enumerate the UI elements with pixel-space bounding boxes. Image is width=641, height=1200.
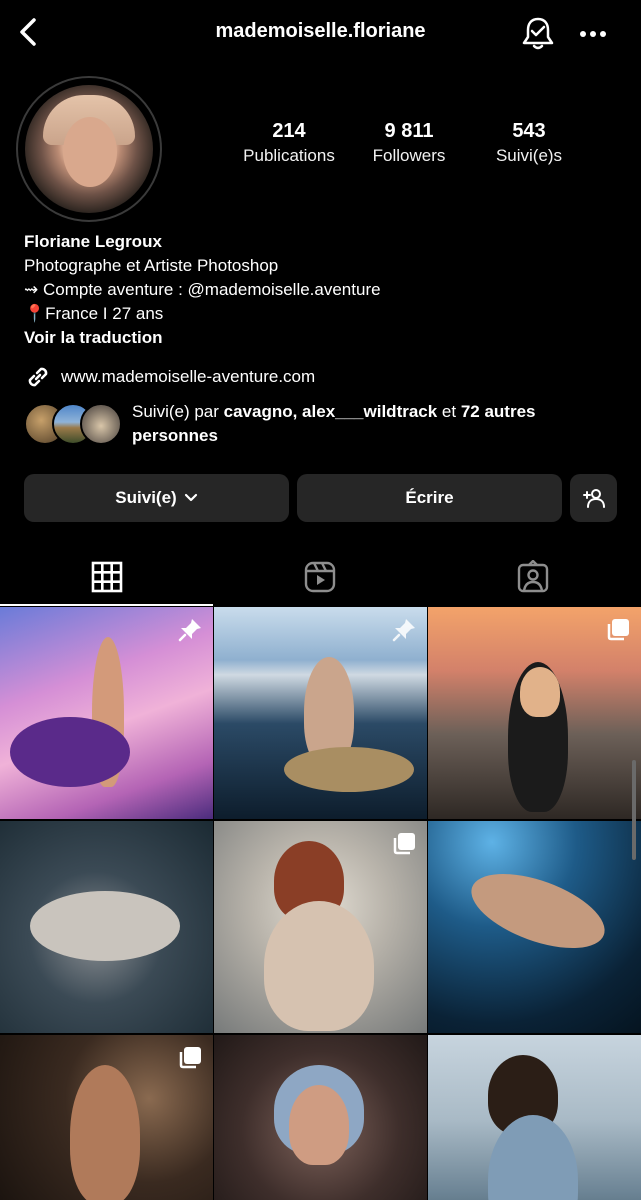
stat-followers[interactable]: 9 811 Followers: [339, 118, 479, 168]
bio-line: ⇝ Compte aventure : @mademoiselle.aventu…: [24, 280, 381, 299]
carousel-icon: [393, 833, 415, 855]
post-thumbnail[interactable]: [428, 821, 641, 1033]
stat-value: 9 811: [384, 120, 434, 142]
grid-icon: [91, 561, 122, 593]
profile-bio: Floriane Legroux Photographe et Artiste …: [24, 230, 624, 350]
link-icon: [28, 367, 48, 387]
post-thumbnail[interactable]: [214, 607, 427, 819]
stat-value: 214: [272, 120, 306, 142]
more-horizontal-icon[interactable]: [577, 20, 609, 48]
post-thumbnail[interactable]: [214, 821, 427, 1033]
active-tab-indicator: [0, 604, 213, 606]
message-button[interactable]: Écrire: [297, 474, 562, 522]
mutual-middle: et: [437, 402, 461, 421]
top-bar: mademoiselle.floriane: [0, 0, 641, 66]
website-link[interactable]: www.mademoiselle-aventure.com: [24, 363, 315, 391]
tab-reels[interactable]: [213, 548, 426, 606]
bio-line: Photographe et Artiste Photoshop: [24, 256, 279, 275]
bio-line: 📍France I 27 ans: [24, 304, 164, 323]
avatar: [80, 403, 122, 445]
suggested-users-button[interactable]: [570, 474, 617, 522]
carousel-icon: [607, 619, 629, 641]
post-thumbnail[interactable]: [214, 1035, 427, 1200]
stat-label: Publications: [243, 146, 335, 165]
profile-tabs: [0, 548, 641, 606]
tagged-icon: [517, 560, 548, 593]
following-button-label: Suivi(e): [115, 488, 177, 507]
tab-posts[interactable]: [0, 548, 213, 606]
message-button-label: Écrire: [405, 488, 454, 507]
stat-following[interactable]: 543 Suivi(e)s: [459, 118, 599, 168]
stat-value: 543: [512, 120, 546, 142]
post-thumbnail[interactable]: [428, 1035, 641, 1200]
mutual-followers-text: Suivi(e) par cavagno, alex___wildtrack e…: [132, 400, 612, 448]
stat-publications[interactable]: 214 Publications: [219, 118, 359, 168]
post-thumbnail[interactable]: [0, 821, 213, 1033]
pin-icon: [392, 619, 415, 642]
following-button[interactable]: Suivi(e): [24, 474, 289, 522]
post-thumbnail[interactable]: [0, 1035, 213, 1200]
posts-grid: [0, 607, 641, 1200]
add-user-icon: [582, 489, 605, 508]
mutual-users[interactable]: cavagno, alex___wildtrack: [224, 402, 438, 421]
post-thumbnail[interactable]: [0, 607, 213, 819]
mutual-prefix: Suivi(e) par: [132, 402, 224, 421]
bell-check-icon[interactable]: [518, 14, 558, 52]
avatar[interactable]: [25, 85, 153, 213]
see-translation-link[interactable]: Voir la traduction: [24, 326, 624, 350]
pin-icon: [178, 619, 201, 642]
mutual-avatars: [24, 403, 124, 447]
mutual-followers[interactable]: Suivi(e) par cavagno, alex___wildtrack e…: [24, 400, 624, 452]
tab-tagged[interactable]: [426, 548, 639, 606]
scrollbar[interactable]: [632, 760, 636, 860]
carousel-icon: [179, 1047, 201, 1069]
reels-icon: [304, 561, 335, 593]
stat-label: Suivi(e)s: [495, 146, 563, 165]
chevron-down-icon: [184, 493, 197, 502]
website-url: www.mademoiselle-aventure.com: [61, 367, 316, 386]
stat-label: Followers: [372, 146, 446, 165]
profile-name: Floriane Legroux: [24, 232, 162, 251]
post-thumbnail[interactable]: [428, 607, 641, 819]
